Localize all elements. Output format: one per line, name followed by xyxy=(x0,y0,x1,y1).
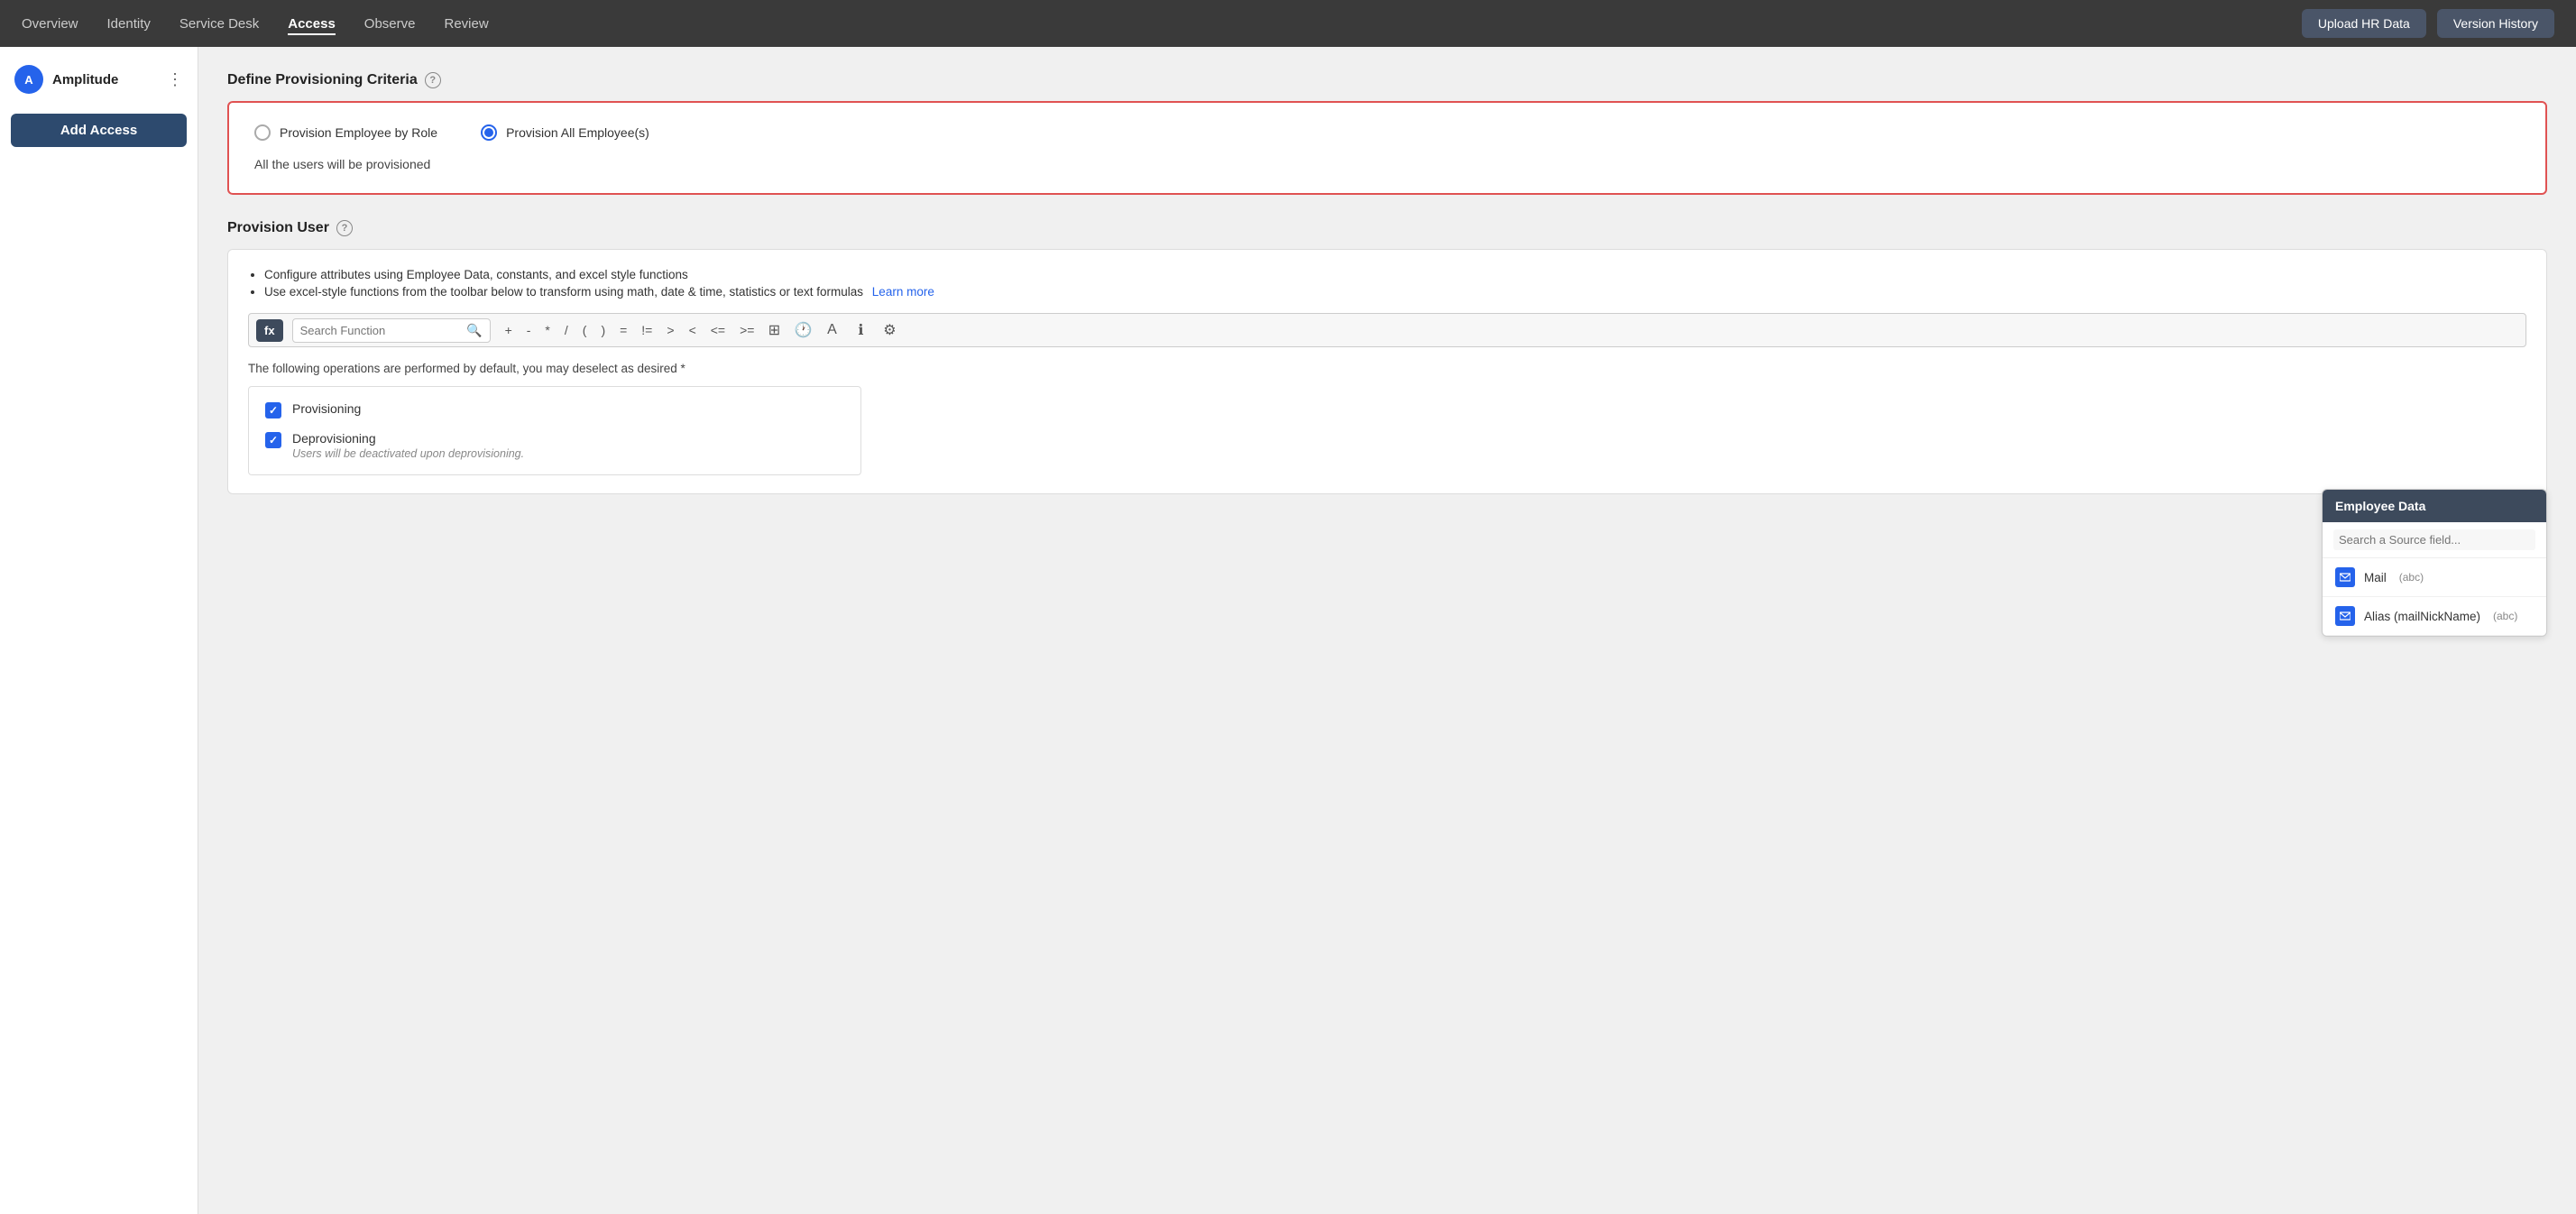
provision-user-title: Provision User ? xyxy=(227,220,2547,236)
radio-all-employees-label: Provision All Employee(s) xyxy=(506,125,649,140)
bullet-1: Configure attributes using Employee Data… xyxy=(264,268,2526,281)
alias-item-name: Alias (mailNickName) xyxy=(2364,610,2480,623)
deprovisioning-checkbox-row: Deprovisioning Users will be deactivated… xyxy=(265,431,844,460)
more-options-icon[interactable]: ⋮ xyxy=(167,70,183,89)
employee-data-search-input[interactable] xyxy=(2333,529,2535,550)
brand-name: Amplitude xyxy=(52,72,118,87)
provisioning-criteria-box: Provision Employee by Role Provision All… xyxy=(227,101,2547,195)
main-content: Define Provisioning Criteria ? Provision… xyxy=(198,47,2576,1214)
op-not-equals[interactable]: != xyxy=(638,321,656,339)
op-open-paren[interactable]: ( xyxy=(579,321,591,339)
formula-toolbar: fx 🔍 + - * / ( ) = != > < <= >= xyxy=(248,313,2526,347)
radio-options-row: Provision Employee by Role Provision All… xyxy=(254,124,2520,141)
search-function-wrapper: 🔍 xyxy=(292,318,491,343)
sidebar: A Amplitude ⋮ Add Access xyxy=(0,47,198,1214)
settings-icon[interactable]: ⚙ xyxy=(877,317,902,343)
deprovisioning-label-group: Deprovisioning Users will be deactivated… xyxy=(292,431,524,460)
top-nav-actions: Upload HR Data Version History xyxy=(2302,9,2554,38)
nav-access[interactable]: Access xyxy=(288,13,336,35)
op-divide[interactable]: / xyxy=(561,321,572,339)
top-navigation: Overview Identity Service Desk Access Ob… xyxy=(0,0,2576,47)
op-plus[interactable]: + xyxy=(501,321,516,339)
op-multiply[interactable]: * xyxy=(541,321,553,339)
radio-all-employees-indicator xyxy=(481,124,497,141)
sidebar-brand: A Amplitude xyxy=(14,65,118,94)
clock-icon[interactable]: 🕐 xyxy=(790,317,815,343)
toolbar-operators: + - * / ( ) = != > < <= >= xyxy=(501,321,759,339)
provisioning-checkbox[interactable] xyxy=(265,402,281,418)
employee-data-item-alias: Alias (mailNickName) (abc) xyxy=(2323,597,2546,636)
define-criteria-title: Define Provisioning Criteria ? xyxy=(227,72,2547,88)
upload-hr-data-button[interactable]: Upload HR Data xyxy=(2302,9,2426,38)
provisioning-label: Provisioning xyxy=(292,401,361,416)
employee-data-item-mail: Mail (abc) xyxy=(2323,558,2546,597)
op-close-paren[interactable]: ) xyxy=(597,321,609,339)
nav-observe[interactable]: Observe xyxy=(364,13,416,35)
sidebar-header: A Amplitude ⋮ xyxy=(11,61,187,97)
criteria-note: All the users will be provisioned xyxy=(254,157,2520,171)
provisioning-label-group: Provisioning xyxy=(292,401,361,416)
nav-overview[interactable]: Overview xyxy=(22,13,78,35)
version-history-button[interactable]: Version History xyxy=(2437,9,2554,38)
employee-data-search-wrapper xyxy=(2323,522,2546,558)
op-greater-equal[interactable]: >= xyxy=(736,321,758,339)
info-icon[interactable]: ℹ xyxy=(848,317,873,343)
op-greater[interactable]: > xyxy=(663,321,677,339)
alias-item-type: (abc) xyxy=(2493,610,2517,622)
brand-icon: A xyxy=(14,65,43,94)
mail-item-name: Mail xyxy=(2364,571,2387,584)
search-function-input[interactable] xyxy=(300,324,462,337)
mail-item-type: (abc) xyxy=(2399,571,2424,584)
employee-data-panel: Employee Data Mail (abc) Alias (mailNick… xyxy=(2322,489,2547,637)
define-criteria-help-icon[interactable]: ? xyxy=(425,72,441,88)
op-equals[interactable]: = xyxy=(616,321,630,339)
deprovisioning-checkbox[interactable] xyxy=(265,432,281,448)
radio-by-role[interactable]: Provision Employee by Role xyxy=(254,124,437,141)
add-access-button[interactable]: Add Access xyxy=(11,114,187,147)
main-layout: A Amplitude ⋮ Add Access Define Provisio… xyxy=(0,47,2576,1214)
deprovisioning-sub-label: Users will be deactivated upon deprovisi… xyxy=(292,447,524,460)
alias-item-icon xyxy=(2335,606,2355,626)
provision-user-help-icon[interactable]: ? xyxy=(336,220,353,236)
search-icon: 🔍 xyxy=(466,323,482,338)
operations-box: Provisioning Deprovisioning Users will b… xyxy=(248,386,861,475)
fx-icon: fx xyxy=(256,319,283,342)
alias-icon-svg xyxy=(2340,611,2351,621)
op-less[interactable]: < xyxy=(685,321,700,339)
provision-bullets: Configure attributes using Employee Data… xyxy=(248,268,2526,299)
deprovisioning-label: Deprovisioning xyxy=(292,431,524,446)
nav-service-desk[interactable]: Service Desk xyxy=(179,13,259,35)
provision-user-box: Configure attributes using Employee Data… xyxy=(227,249,2547,494)
grid-icon[interactable]: ⊞ xyxy=(761,317,787,343)
bullet-2: Use excel-style functions from the toolb… xyxy=(264,285,2526,299)
learn-more-link[interactable]: Learn more xyxy=(872,285,934,299)
text-icon[interactable]: A xyxy=(819,317,844,343)
mail-icon-svg xyxy=(2340,572,2351,583)
provisioning-checkbox-row: Provisioning xyxy=(265,401,844,418)
op-minus[interactable]: - xyxy=(523,321,535,339)
radio-by-role-indicator xyxy=(254,124,271,141)
mail-item-icon xyxy=(2335,567,2355,587)
employee-data-header: Employee Data xyxy=(2323,490,2546,522)
operations-text: The following operations are performed b… xyxy=(248,362,2526,375)
nav-review[interactable]: Review xyxy=(445,13,489,35)
nav-identity[interactable]: Identity xyxy=(107,13,151,35)
radio-by-role-label: Provision Employee by Role xyxy=(280,125,437,140)
nav-links: Overview Identity Service Desk Access Ob… xyxy=(22,13,489,35)
op-less-equal[interactable]: <= xyxy=(707,321,729,339)
radio-all-employees[interactable]: Provision All Employee(s) xyxy=(481,124,649,141)
